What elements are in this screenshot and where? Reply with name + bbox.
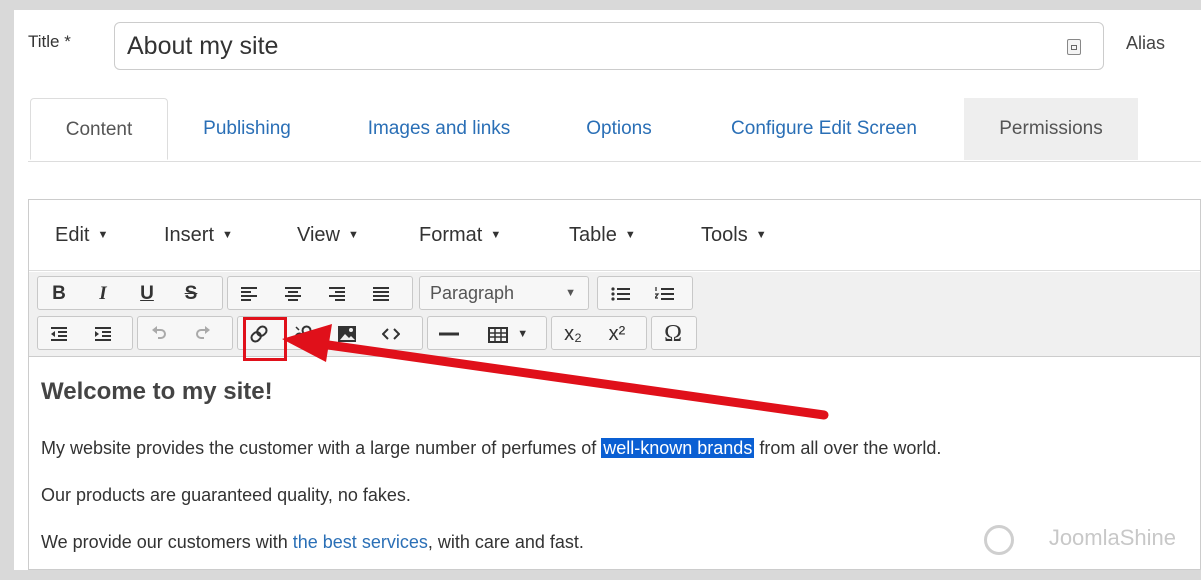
title-value: About my site — [127, 32, 279, 60]
align-justify-icon — [373, 286, 389, 301]
menu-tools-label: Tools — [701, 224, 748, 246]
chevron-down-icon: ▼ — [755, 229, 767, 241]
paragraph-1-text: My website provides the customer with a … — [41, 438, 602, 458]
rich-text-editor: Edit ▼ Insert ▼ View ▼ Format ▼ Table ▼ Tools… — [28, 199, 1201, 570]
chevron-down-icon: ▼ — [348, 229, 359, 241]
hr-table-group: ▼ — [427, 316, 547, 350]
content-heading: Welcome to my site! — [41, 378, 273, 405]
source-code-button[interactable] — [374, 319, 408, 349]
text-style-group: B I U S — [37, 276, 223, 310]
paragraph-3-text: We provide our customers with — [41, 532, 293, 552]
history-group — [137, 316, 233, 350]
menu-view[interactable]: View ▼ — [297, 224, 359, 247]
menu-view-label: View — [297, 224, 340, 246]
subscript-button[interactable]: x₂ — [556, 319, 590, 349]
chevron-down-icon: ▼ — [517, 328, 529, 340]
menu-tools[interactable]: Tools ▼ — [701, 224, 767, 247]
tab-publishing[interactable]: Publishing — [180, 98, 314, 160]
align-right-button[interactable] — [320, 279, 354, 309]
horizontal-rule-button[interactable] — [432, 319, 466, 349]
tab-configure-edit-screen[interactable]: Configure Edit Screen — [694, 98, 954, 160]
align-left-icon — [241, 286, 257, 301]
bullet-list-icon — [611, 287, 630, 301]
indent-icon — [95, 326, 111, 341]
align-right-icon — [329, 286, 345, 301]
field-lock-icon[interactable] — [1067, 39, 1081, 55]
toolbar-row-2: ▼ x₂ x² Ω — [29, 312, 1200, 357]
link-button-highlight — [243, 317, 287, 361]
menu-edit[interactable]: Edit ▼ — [55, 224, 108, 247]
chevron-down-icon: ▼ — [97, 229, 109, 241]
paragraph-1-text-end: from all over the world. — [754, 438, 942, 458]
article-editor-panel: Title * About my site Alias Content Publ… — [14, 10, 1201, 570]
unlink-button[interactable] — [286, 319, 320, 349]
table-button[interactable]: ▼ — [476, 319, 540, 349]
title-label: Title * — [28, 32, 71, 51]
align-justify-button[interactable] — [364, 279, 398, 309]
format-select[interactable]: Paragraph ▼ — [419, 276, 589, 310]
redo-button[interactable] — [186, 319, 220, 349]
menu-table-label: Table — [569, 224, 617, 246]
menu-insert-label: Insert — [164, 224, 215, 246]
alias-label: Alias — [1126, 33, 1166, 53]
outdent-icon — [51, 326, 67, 341]
menu-format[interactable]: Format ▼ — [419, 224, 501, 247]
italic-button[interactable]: I — [86, 279, 120, 309]
selected-text[interactable]: well-known brands — [601, 438, 755, 458]
paragraph-3-text-end: , with care and fast. — [427, 532, 584, 552]
content-link[interactable]: the best services — [293, 532, 428, 552]
undo-icon — [152, 325, 166, 339]
alignment-group — [227, 276, 413, 310]
code-icon — [381, 328, 401, 340]
underline-button[interactable]: U — [130, 279, 164, 309]
special-char-group: Ω — [651, 316, 697, 350]
editor-menubar: Edit ▼ Insert ▼ View ▼ Format ▼ Table ▼ Tools… — [29, 200, 1200, 271]
tab-content[interactable]: Content — [30, 98, 168, 160]
tab-options[interactable]: Options — [564, 98, 674, 160]
undo-button[interactable] — [142, 319, 176, 349]
image-icon — [338, 325, 356, 342]
format-select-value: Paragraph — [430, 283, 515, 303]
indent-button[interactable] — [86, 319, 120, 349]
menu-insert[interactable]: Insert ▼ — [164, 224, 233, 247]
menu-edit-label: Edit — [55, 224, 90, 246]
menu-format-label: Format — [419, 224, 483, 246]
unlink-icon — [294, 325, 312, 343]
chevron-down-icon: ▼ — [490, 229, 502, 241]
editor-tabs: Content Publishing Images and links Opti… — [28, 98, 1201, 162]
chevron-down-icon: ▼ — [624, 229, 636, 241]
paragraph-1: My website provides the customer with a … — [41, 438, 941, 459]
watermark: JoomlaShine — [1048, 525, 1176, 550]
joomlashine-logo-icon — [984, 525, 1014, 555]
title-input[interactable]: About my site — [114, 22, 1104, 70]
bullet-list-button[interactable] — [604, 279, 638, 309]
paragraph-2: Our products are guaranteed quality, no … — [41, 485, 411, 505]
bold-button[interactable]: B — [42, 279, 76, 309]
chevron-down-icon: ▼ — [565, 287, 576, 299]
align-center-icon — [285, 286, 301, 301]
insert-image-button[interactable] — [330, 319, 364, 349]
numbered-list-button[interactable] — [648, 279, 682, 309]
numbered-list-icon — [653, 286, 674, 300]
menu-table[interactable]: Table ▼ — [569, 224, 636, 247]
superscript-button[interactable]: x² — [600, 319, 634, 349]
outdent-button[interactable] — [42, 319, 76, 349]
strikethrough-button[interactable]: S — [174, 279, 208, 309]
toolbar-row-1: B I U S Paragraph ▼ — [29, 272, 1200, 316]
horizontal-rule-icon — [439, 332, 459, 336]
paragraph-3: We provide our customers with the best s… — [41, 532, 584, 553]
list-group — [597, 276, 693, 310]
tab-permissions[interactable]: Permissions — [964, 98, 1138, 160]
redo-icon — [196, 325, 210, 339]
table-icon — [487, 326, 508, 343]
tab-images-and-links[interactable]: Images and links — [334, 98, 544, 160]
align-left-button[interactable] — [232, 279, 266, 309]
align-center-button[interactable] — [276, 279, 310, 309]
script-group: x₂ x² — [551, 316, 647, 350]
special-character-button[interactable]: Ω — [656, 319, 690, 349]
chevron-down-icon: ▼ — [222, 229, 233, 241]
indent-group — [37, 316, 133, 350]
